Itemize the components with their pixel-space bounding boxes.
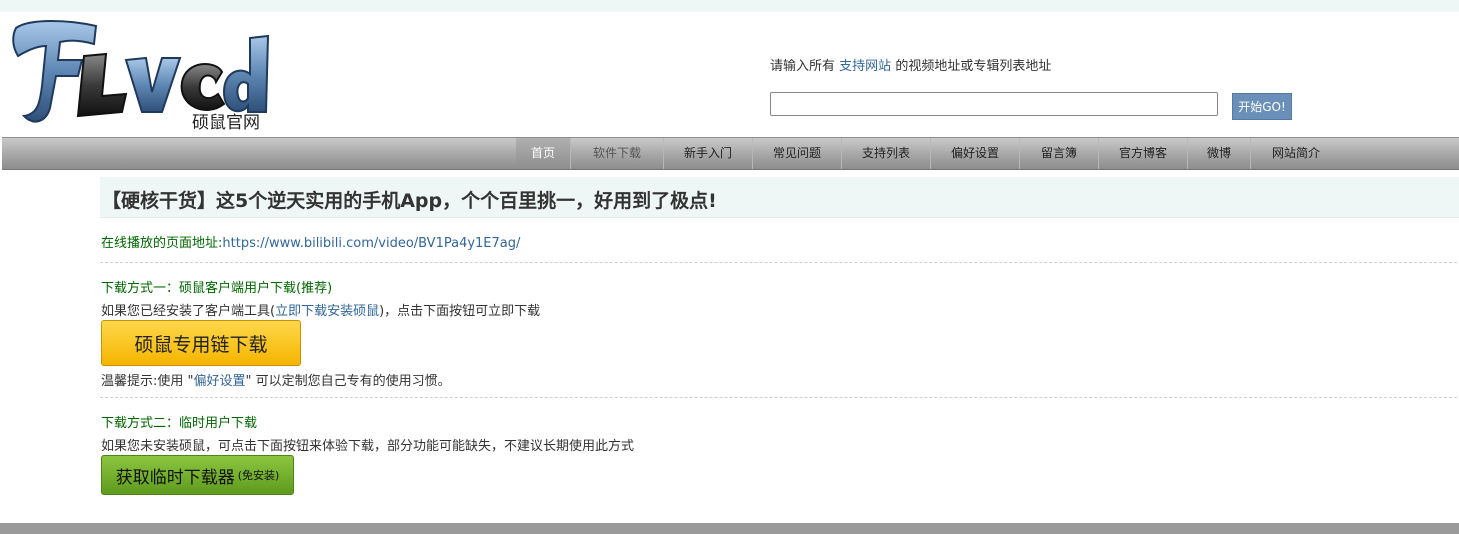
page-url-link[interactable]: https://www.bilibili.com/video/BV1Pa4y1E… — [222, 236, 520, 251]
divider — [100, 262, 1457, 263]
nav-item-official-blog[interactable]: 官方博客 — [1099, 138, 1188, 169]
top-strip — [0, 0, 1459, 12]
method1-desc-suffix: )，点击下面按钮可立即下载 — [379, 304, 541, 319]
nav-item-weibo[interactable]: 微博 — [1188, 138, 1251, 169]
nav-item-support-list[interactable]: 支持列表 — [842, 138, 931, 169]
search-hint: 请输入所有 支持网站 的视频地址或专辑列表地址 — [770, 55, 1051, 74]
page-url-label: 在线播放的页面地址: — [101, 236, 223, 251]
temporary-downloader-label: 获取临时下载器 — [115, 467, 235, 488]
supported-sites-link[interactable]: 支持网站 — [839, 59, 891, 74]
method2-description: 如果您未安装硕鼠，可点击下面按钮来体验下载，部分功能可能缺失，不建议长期使用此方… — [101, 439, 635, 454]
video-title: 【硬核干货】这5个逆天实用的手机App，个个百里挑一，好用到了极点! — [102, 190, 717, 212]
install-flvcd-link[interactable]: 立即下载安装硕鼠 — [275, 304, 379, 319]
nav-item-preferences[interactable]: 偏好设置 — [931, 138, 1020, 169]
page-url-line: 在线播放的页面地址:https://www.bilibili.com/video… — [101, 232, 520, 251]
footer-bar — [0, 523, 1459, 534]
tip-prefix: 温馨提示:使用 " — [101, 374, 194, 389]
search-hint-prefix: 请输入所有 — [770, 59, 836, 74]
temporary-downloader-button[interactable]: 获取临时下载器 (免安装) — [101, 455, 294, 495]
nav-item-faq[interactable]: 常见问题 — [753, 138, 842, 169]
method1-description: 如果您已经安装了客户端工具(立即下载安装硕鼠)，点击下面按钮可立即下载 — [101, 300, 540, 319]
preferences-link[interactable]: 偏好设置 — [194, 374, 246, 389]
nav-item-home[interactable]: 首页 — [516, 138, 571, 169]
client-download-button[interactable]: 硕鼠专用链下载 — [101, 320, 301, 366]
logo-subtitle: 硕鼠官网 — [192, 113, 260, 133]
nav-item-site-intro[interactable]: 网站简介 — [1251, 138, 1341, 169]
no-install-note: (免安装) — [237, 469, 280, 482]
video-url-input[interactable] — [770, 92, 1218, 116]
nav-item-beginner-guide[interactable]: 新手入门 — [664, 138, 753, 169]
nav-item-guestbook[interactable]: 留言簿 — [1020, 138, 1099, 169]
nav-item-software-download[interactable]: 软件下载 — [571, 138, 664, 169]
main-nav: 首页 软件下载 新手入门 常见问题 支持列表 偏好设置 留言簿 官方博客 微博 … — [2, 137, 1459, 170]
divider — [100, 397, 1457, 398]
video-title-bar: 【硬核干货】这5个逆天实用的手机App，个个百里挑一，好用到了极点! — [100, 177, 1459, 218]
search-hint-suffix: 的视频地址或专辑列表地址 — [895, 59, 1052, 74]
method2-title: 下载方式二：临时用户下载 — [101, 416, 258, 431]
go-button[interactable]: 开始GO! — [1232, 93, 1292, 120]
method1-title: 下载方式一：硕鼠客户端用户下载(推荐) — [101, 281, 333, 296]
method1-desc-prefix: 如果您已经安装了客户端工具( — [101, 304, 276, 319]
site-header: 硕鼠官网 请输入所有 支持网站 的视频地址或专辑列表地址 开始GO! — [0, 12, 1459, 137]
tip-line: 温馨提示:使用 "偏好设置" 可以定制您自己专有的使用习惯。 — [101, 370, 451, 389]
tip-suffix: " 可以定制您自己专有的使用习惯。 — [245, 374, 451, 389]
